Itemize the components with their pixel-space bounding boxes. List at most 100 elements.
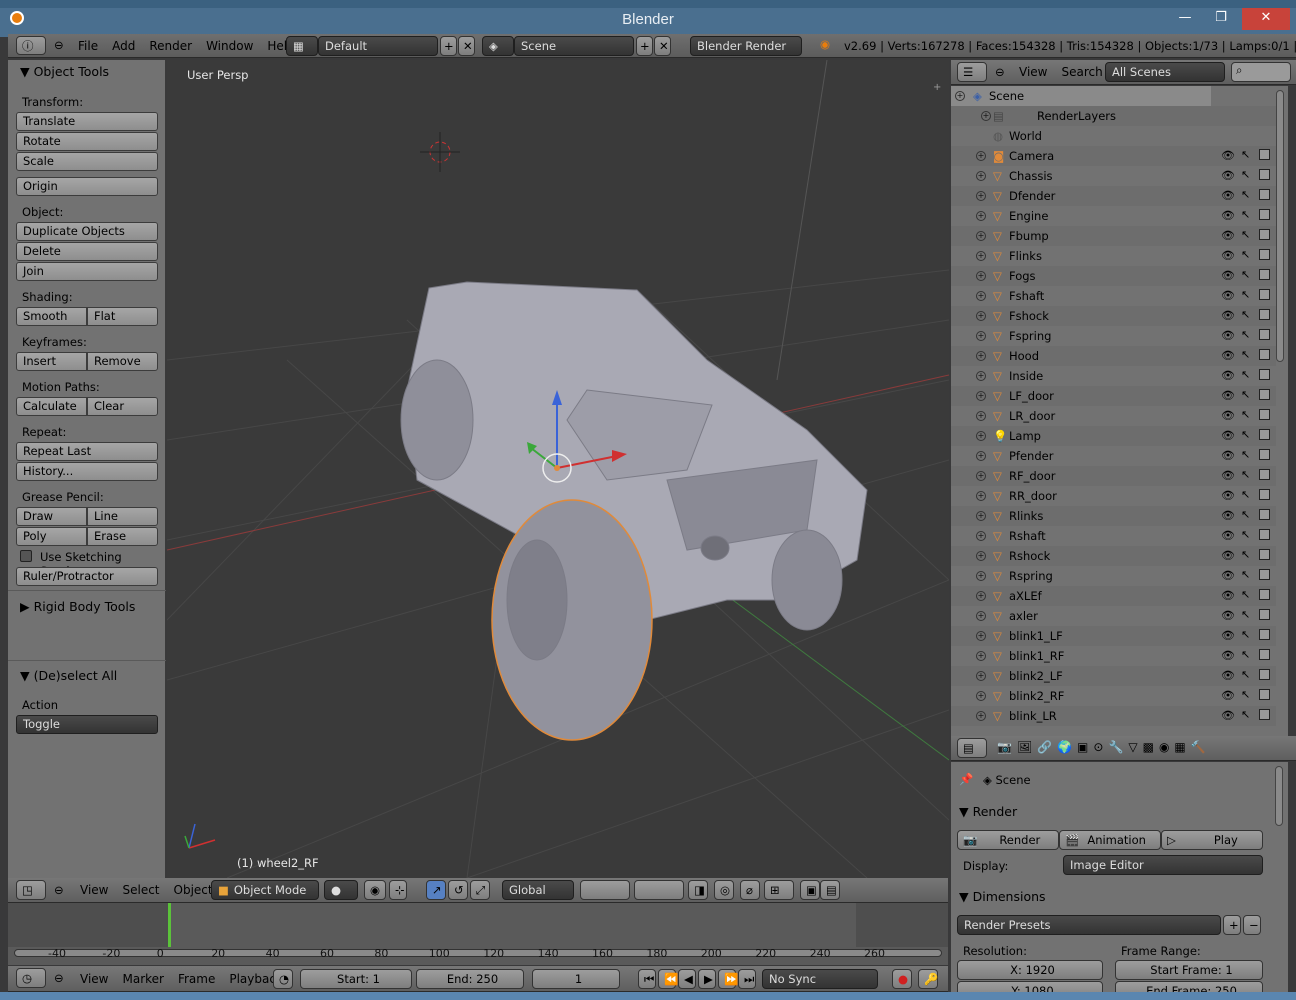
visibility-eye-icon[interactable]: 👁 [1221, 309, 1235, 322]
remove-screen-button[interactable]: ✕ [458, 36, 475, 56]
duplicate-objects-button[interactable]: Duplicate Objects [16, 222, 158, 241]
record-icon[interactable]: ● [892, 969, 912, 989]
selectable-arrow-icon[interactable]: ↖ [1241, 488, 1250, 501]
sketching-checkbox[interactable] [20, 550, 32, 562]
selectable-arrow-icon[interactable]: ↖ [1241, 448, 1250, 461]
outliner-row[interactable]: + ▽ Chassis 👁 ↖ [951, 166, 1276, 186]
pin-icon[interactable]: 📌 [959, 772, 973, 786]
expand-toggle-icon[interactable]: + [976, 251, 986, 261]
visibility-eye-icon[interactable]: 👁 [1221, 669, 1235, 682]
selectable-arrow-icon[interactable]: ↖ [1241, 308, 1250, 321]
viewport-corner-add-icon[interactable]: + [933, 82, 941, 93]
selectable-arrow-icon[interactable]: ↖ [1241, 708, 1250, 721]
menu-select[interactable]: Select [122, 883, 159, 897]
rigid-body-tools-title[interactable]: ▶ Rigid Body Tools [20, 599, 135, 614]
expand-toggle-icon[interactable]: + [976, 211, 986, 221]
resolution-x-field[interactable]: X: 1920 [957, 960, 1103, 980]
render-engine-select[interactable]: Blender Render [690, 36, 802, 56]
selectable-arrow-icon[interactable]: ↖ [1241, 168, 1250, 181]
outliner-row[interactable]: + ▤ RenderLayers [951, 106, 1276, 126]
collapse-icon[interactable]: ⊖ [54, 38, 64, 52]
visibility-eye-icon[interactable]: 👁 [1221, 149, 1235, 162]
outliner-row[interactable]: + 💡 Lamp 👁 ↖ [951, 426, 1276, 446]
dimensions-section-header[interactable]: ▼ Dimensions [959, 889, 1046, 904]
outliner-row[interactable]: + ▽ Inside 👁 ↖ [951, 366, 1276, 386]
expand-toggle-icon[interactable]: + [976, 671, 986, 681]
outliner-row[interactable]: + ▽ aXLEf 👁 ↖ [951, 586, 1276, 606]
selectable-arrow-icon[interactable]: ↖ [1241, 548, 1250, 561]
outliner-row[interactable]: + ▽ LF_door 👁 ↖ [951, 386, 1276, 406]
outliner-row[interactable]: + ▽ blink1_RF 👁 ↖ [951, 646, 1276, 666]
renderable-camera-icon[interactable] [1259, 649, 1270, 660]
remove-keyframe-button[interactable]: Remove [87, 352, 158, 371]
visibility-eye-icon[interactable]: 👁 [1221, 289, 1235, 302]
outliner-row[interactable]: + ▽ Fshock 👁 ↖ [951, 306, 1276, 326]
menu-window[interactable]: Window [206, 39, 253, 53]
visibility-eye-icon[interactable]: 👁 [1221, 409, 1235, 422]
outliner-row[interactable]: + ▽ Rlinks 👁 ↖ [951, 506, 1276, 526]
calculate-button[interactable]: Calculate [16, 397, 87, 416]
flat-button[interactable]: Flat [87, 307, 158, 326]
visibility-eye-icon[interactable]: 👁 [1221, 209, 1235, 222]
visibility-eye-icon[interactable]: 👁 [1221, 269, 1235, 282]
menu-view[interactable]: View [80, 972, 108, 986]
selectable-arrow-icon[interactable]: ↖ [1241, 368, 1250, 381]
outliner-row[interactable]: ◍ World [951, 126, 1276, 146]
action-select[interactable]: Toggle [16, 715, 158, 734]
repeat-last-button[interactable]: Repeat Last [16, 442, 158, 461]
visibility-eye-icon[interactable]: 👁 [1221, 629, 1235, 642]
selectable-arrow-icon[interactable]: ↖ [1241, 148, 1250, 161]
visibility-eye-icon[interactable]: 👁 [1221, 689, 1235, 702]
expand-toggle-icon[interactable]: + [976, 451, 986, 461]
selectable-arrow-icon[interactable]: ↖ [1241, 208, 1250, 221]
expand-toggle-icon[interactable]: + [976, 231, 986, 241]
renderable-camera-icon[interactable] [1259, 249, 1270, 260]
outliner-row[interactable]: + ▽ Dfender 👁 ↖ [951, 186, 1276, 206]
visibility-eye-icon[interactable]: 👁 [1221, 389, 1235, 402]
visibility-eye-icon[interactable]: 👁 [1221, 329, 1235, 342]
editor-type-button[interactable]: ▤ [957, 738, 987, 758]
visibility-eye-icon[interactable]: 👁 [1221, 589, 1235, 602]
object-tools-title[interactable]: ▼ Object Tools [20, 64, 109, 79]
scene-icon[interactable]: ◈ [482, 36, 514, 56]
outliner-row[interactable]: + ▽ Fbump 👁 ↖ [951, 226, 1276, 246]
play-reverse-icon[interactable]: ◀ [678, 969, 696, 989]
expand-toggle-icon[interactable]: + [976, 291, 986, 301]
selectable-arrow-icon[interactable]: ↖ [1241, 348, 1250, 361]
renderable-camera-icon[interactable] [1259, 489, 1270, 500]
editor-type-button[interactable]: ☰ [957, 62, 987, 82]
smooth-button[interactable]: Smooth [16, 307, 87, 326]
expand-toggle-icon[interactable]: + [976, 651, 986, 661]
visibility-eye-icon[interactable]: 👁 [1221, 509, 1235, 522]
add-screen-button[interactable]: + [440, 36, 457, 56]
insert-keyframe-button[interactable]: Insert [16, 352, 87, 371]
render-button[interactable]: 📷 Render [957, 830, 1059, 850]
selectable-arrow-icon[interactable]: ↖ [1241, 628, 1250, 641]
close-button[interactable]: ✕ [1242, 8, 1290, 30]
outliner-row[interactable]: + ▽ LR_door 👁 ↖ [951, 406, 1276, 426]
outliner-row[interactable]: + ▽ blink_LR 👁 ↖ [951, 706, 1276, 726]
outliner-row[interactable]: + ▽ Fogs 👁 ↖ [951, 266, 1276, 286]
renderable-camera-icon[interactable] [1259, 149, 1270, 160]
render-presets-select[interactable]: Render Presets [957, 915, 1221, 935]
outliner-row[interactable]: + ▽ Rspring 👁 ↖ [951, 566, 1276, 586]
end-frame-field[interactable]: End: 250 [416, 969, 524, 989]
menu-search[interactable]: Search [1061, 65, 1102, 79]
expand-toggle-icon[interactable]: + [976, 151, 986, 161]
expand-toggle-icon[interactable]: + [976, 351, 986, 361]
3d-viewport[interactable]: User Persp (1) wheel2_RF + [167, 60, 949, 878]
visibility-eye-icon[interactable]: 👁 [1221, 449, 1235, 462]
editor-type-button[interactable]: ⓘ [16, 36, 46, 55]
renderable-camera-icon[interactable] [1259, 509, 1270, 520]
selectable-arrow-icon[interactable]: ↖ [1241, 388, 1250, 401]
renderable-camera-icon[interactable] [1259, 569, 1270, 580]
outliner-row[interactable]: + ▽ blink2_LF 👁 ↖ [951, 666, 1276, 686]
expand-toggle-icon[interactable]: + [976, 391, 986, 401]
expand-toggle-icon[interactable]: + [976, 691, 986, 701]
expand-toggle-icon[interactable]: + [976, 571, 986, 581]
erase-button[interactable]: Erase [87, 527, 158, 546]
search-input[interactable]: ⌕ [1231, 62, 1291, 82]
maximize-button[interactable]: ❐ [1202, 8, 1240, 30]
remove-scene-button[interactable]: ✕ [654, 36, 671, 56]
expand-toggle-icon[interactable]: + [976, 411, 986, 421]
